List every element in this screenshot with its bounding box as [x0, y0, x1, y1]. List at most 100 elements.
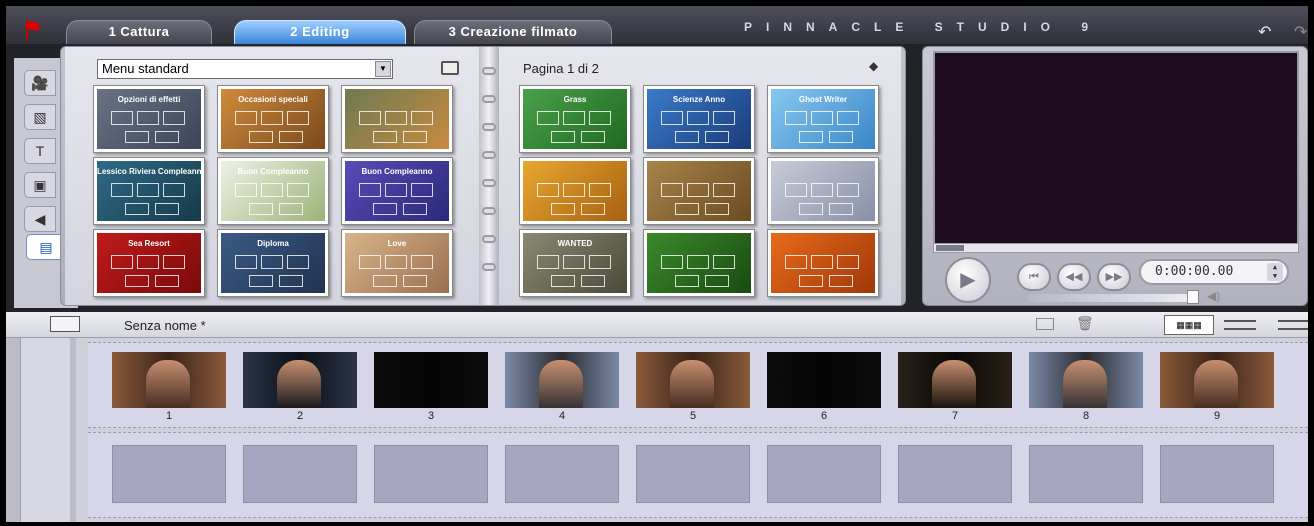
storyboard-left-gutter — [6, 338, 76, 522]
step-forward-button[interactable]: ▶▶ — [1097, 263, 1131, 291]
menu-template-thumbnail[interactable]: Buon Compleanno — [341, 157, 453, 225]
menu-template-thumbnail[interactable]: WANTED — [519, 229, 631, 297]
text-view-button[interactable] — [1278, 320, 1308, 330]
clip-number: 1 — [165, 410, 173, 422]
clip-thumbnail — [1029, 352, 1143, 408]
brand-title: PINNACLE STUDIO 9 — [744, 20, 1103, 34]
album-spine — [479, 47, 499, 305]
speaker-icon: ◀) — [1207, 289, 1221, 303]
timecode-field[interactable]: 0:00:00.00 ▲ ▼ — [1139, 259, 1289, 285]
volume-slider[interactable] — [1027, 294, 1191, 302]
video-camera-icon[interactable]: 🎥 — [24, 70, 56, 96]
thumbnail-caption: Scienze Anno — [672, 95, 726, 104]
menu-template-thumbnail[interactable]: Scienze Anno — [643, 85, 755, 153]
storyboard-clip[interactable]: 6 — [767, 352, 881, 424]
empty-slot-strip — [88, 432, 1308, 518]
folder-icon[interactable] — [441, 61, 459, 75]
scrubber-handle[interactable] — [936, 245, 964, 251]
clip-number: 6 — [820, 410, 828, 422]
empty-storyboard-slot[interactable] — [636, 445, 750, 503]
menu-template-thumbnail[interactable]: Diploma — [217, 229, 329, 297]
clip-thumbnail — [112, 352, 226, 408]
clip-number: 2 — [296, 410, 304, 422]
storyboard-view-button[interactable]: ▦▦▦ — [1164, 315, 1214, 335]
menu-category-value: Menu standard — [102, 61, 189, 76]
storyboard-clip[interactable]: 7 — [898, 352, 1012, 424]
clip-number: 7 — [951, 410, 959, 422]
empty-storyboard-slot[interactable] — [767, 445, 881, 503]
rewind-button[interactable]: ⏮ — [1017, 263, 1051, 291]
menu-template-thumbnail[interactable] — [341, 85, 453, 153]
play-button[interactable]: ▶ — [945, 257, 991, 303]
timecode-spinner[interactable]: ▲ ▼ — [1267, 263, 1283, 281]
storyboard-panel: Senza nome * 🗑 ▦▦▦ 1 2 3 4 5 6 7 8 9 — [6, 312, 1308, 522]
album-panel: Menu standard ▼ Opzioni di effetti Occasi… — [60, 46, 906, 306]
tab-editing[interactable]: 2 Editing — [234, 20, 406, 44]
menu-template-thumbnail[interactable]: Grass — [519, 85, 631, 153]
dropdown-arrow-icon[interactable]: ▼ — [375, 61, 391, 77]
menu-template-thumbnail[interactable]: Buon Compleanno — [217, 157, 329, 225]
next-page-icon[interactable]: ◆ — [869, 59, 878, 73]
menu-template-thumbnail[interactable] — [643, 157, 755, 225]
tab-cattura[interactable]: 1 Cattura — [66, 20, 212, 44]
thumbnail-caption: Buon Compleanno — [237, 167, 309, 176]
clip-thumbnail — [1160, 352, 1274, 408]
empty-storyboard-slot[interactable] — [374, 445, 488, 503]
clip-number: 3 — [427, 410, 435, 422]
empty-storyboard-slot[interactable] — [112, 445, 226, 503]
menu-template-thumbnail[interactable]: Occasioni speciali — [217, 85, 329, 153]
timeline-view-button[interactable] — [1224, 320, 1256, 330]
storyboard-clip[interactable]: 4 — [505, 352, 619, 424]
thumbnail-caption: Occasioni speciali — [238, 95, 308, 104]
menu-template-thumbnail[interactable] — [519, 157, 631, 225]
storyboard-clip[interactable]: 8 — [1029, 352, 1143, 424]
storyboard-clip[interactable]: 5 — [636, 352, 750, 424]
thumbnail-caption: Ghost Writer — [798, 95, 848, 104]
album-left-page: Menu standard ▼ Opzioni di effetti Occasi… — [65, 47, 479, 305]
thumbnail-caption: WANTED — [557, 239, 593, 248]
clip-number: 5 — [689, 410, 697, 422]
tab-creazione-filmato[interactable]: 3 Creazione filmato — [414, 20, 612, 44]
thumbnail-caption: Buon Compleanno — [361, 167, 433, 176]
titles-icon[interactable]: T — [24, 138, 56, 164]
storyboard-clip[interactable]: 3 — [374, 352, 488, 424]
clip-number: 9 — [1213, 410, 1221, 422]
storyboard-clip[interactable]: 1 — [112, 352, 226, 424]
menu-template-thumbnail[interactable]: Lessico Riviera Compleanno — [93, 157, 205, 225]
clip-thumbnail — [636, 352, 750, 408]
storyboard-clip[interactable]: 9 — [1160, 352, 1274, 424]
menu-template-thumbnail[interactable] — [767, 229, 879, 297]
open-project-folder-icon[interactable] — [50, 316, 80, 332]
menu-template-thumbnail[interactable]: Ghost Writer — [767, 85, 879, 153]
menu-template-thumbnail[interactable]: Sea Resort — [93, 229, 205, 297]
pinnacle-logo-icon — [26, 20, 39, 40]
album-right-page: Pagina 1 di 2 ◆ Grass Scienze Anno Ghost W… — [499, 47, 901, 305]
thumbnail-caption: Lessico Riviera Compleanno — [97, 167, 201, 176]
menu-template-thumbnail[interactable]: Opzioni di effetti — [93, 85, 205, 153]
thumbnail-caption: Grass — [563, 95, 587, 104]
redo-icon[interactable]: ↷ — [1294, 22, 1307, 42]
thumbnail-caption: Opzioni di effetti — [117, 95, 181, 104]
menu-category-select[interactable]: Menu standard ▼ — [97, 59, 393, 79]
step-back-button[interactable]: ◀◀ — [1057, 263, 1091, 291]
project-title: Senza nome * — [124, 318, 206, 333]
empty-storyboard-slot[interactable] — [243, 445, 357, 503]
preview-screen — [933, 51, 1299, 247]
photo-icon[interactable]: ▣ — [24, 172, 56, 198]
clip-number: 8 — [1082, 410, 1090, 422]
audio-icon[interactable]: ◀ — [24, 206, 56, 232]
menu-template-thumbnail[interactable]: Love — [341, 229, 453, 297]
trash-icon[interactable]: 🗑 — [1076, 315, 1094, 332]
undo-icon[interactable]: ↶ — [1258, 22, 1271, 42]
volume-knob[interactable] — [1187, 290, 1199, 304]
preview-scrubber[interactable] — [933, 243, 1299, 253]
empty-storyboard-slot[interactable] — [898, 445, 1012, 503]
empty-storyboard-slot[interactable] — [505, 445, 619, 503]
storyboard-clip[interactable]: 2 — [243, 352, 357, 424]
menu-template-thumbnail[interactable] — [643, 229, 755, 297]
split-clip-icon[interactable] — [1036, 318, 1054, 330]
transitions-icon[interactable]: ▧ — [24, 104, 56, 130]
empty-storyboard-slot[interactable] — [1160, 445, 1274, 503]
empty-storyboard-slot[interactable] — [1029, 445, 1143, 503]
menu-template-thumbnail[interactable] — [767, 157, 879, 225]
